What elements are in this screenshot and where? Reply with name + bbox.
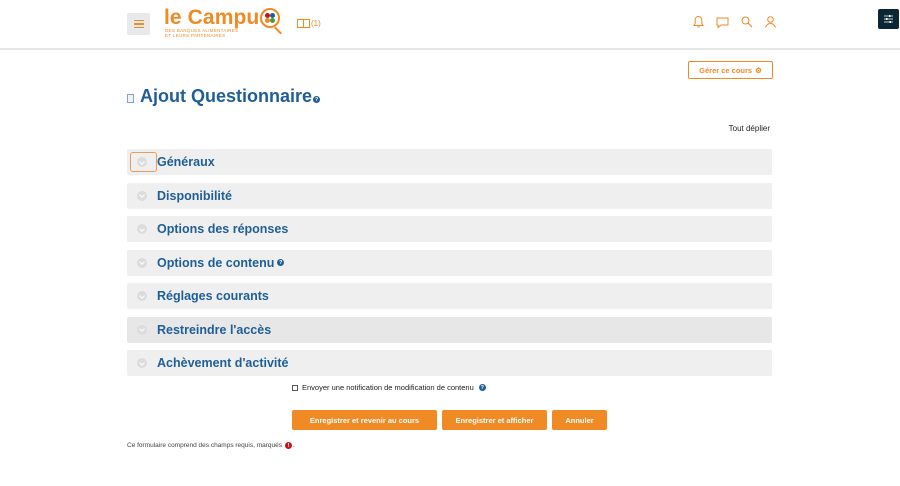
menu-icon[interactable] (127, 13, 150, 35)
section-label: Restreindre l'accès (157, 322, 272, 337)
required-footnote: Ce formulaire comprend des champs requis… (127, 442, 295, 449)
section-label: Options des réponses (157, 222, 289, 236)
section-options-reponses[interactable]: Options des réponses (127, 216, 772, 242)
help-icon[interactable]: ? (277, 259, 285, 266)
section-label: Achèvement d'activité (157, 356, 289, 370)
section-label: Généraux (157, 155, 215, 169)
form-sections: Généraux Disponibilité Options des répon… (127, 149, 772, 384)
required-icon: ! (284, 442, 292, 449)
manage-course-button[interactable]: Gérer ce cours ⚙ (688, 61, 773, 79)
section-generaux[interactable]: Généraux (127, 149, 772, 175)
footnote-text: Ce formulaire comprend des champs requis… (127, 442, 282, 449)
section-restreindre-acces[interactable]: Restreindre l'accès (127, 316, 772, 343)
logo-title: le Campus (164, 6, 272, 29)
top-navbar: le Campus DES BANQUES ALIMENTAIRES ET LE… (0, 0, 900, 50)
questionnaire-icon (127, 93, 134, 103)
chevron-icon[interactable] (137, 324, 147, 335)
notify-checkbox[interactable] (292, 384, 298, 391)
notify-option: Envoyer une notification de modification… (292, 383, 486, 392)
help-icon[interactable]: ? (313, 96, 321, 103)
logo-subtitle: DES BANQUES ALIMENTAIRES ET LEURS PARTEN… (165, 28, 239, 38)
book-reader-button[interactable]: (1) (297, 19, 321, 28)
save-display-button[interactable]: Enregistrer et afficher (442, 410, 547, 430)
page-title: Ajout Questionnaire (140, 86, 313, 106)
logo-magnifier-icon (260, 8, 280, 28)
chevron-icon[interactable] (137, 358, 147, 368)
book-reader-icon (297, 19, 310, 28)
section-disponibilite[interactable]: Disponibilité (127, 182, 772, 209)
chevron-icon[interactable] (137, 224, 147, 234)
page-heading: Ajout Questionnaire ? (127, 86, 321, 107)
bell-icon[interactable] (692, 15, 705, 29)
section-label: Réglages courants (157, 289, 269, 303)
nav-icons (692, 15, 777, 29)
user-icon[interactable] (764, 15, 777, 29)
sliders-icon[interactable] (878, 9, 899, 29)
expand-all-link[interactable]: Tout déplier (729, 124, 770, 133)
search-icon[interactable] (740, 15, 753, 29)
chat-icon[interactable] (716, 15, 729, 29)
section-label: Disponibilité (157, 188, 232, 203)
section-achevement-activite[interactable]: Achèvement d'activité (127, 350, 772, 376)
form-actions: Enregistrer et revenir au cours Enregist… (292, 410, 607, 430)
chevron-icon[interactable] (137, 190, 147, 201)
cancel-button[interactable]: Annuler (552, 410, 607, 430)
chevron-icon[interactable] (137, 291, 147, 301)
section-label: Options de contenu (157, 255, 275, 270)
chevron-icon[interactable] (137, 257, 147, 268)
save-return-button[interactable]: Enregistrer et revenir au cours (292, 410, 437, 430)
chevron-icon[interactable] (137, 157, 147, 167)
manage-course-label: Gérer ce cours (699, 65, 753, 75)
section-reglages-courants[interactable]: Réglages courants (127, 283, 772, 309)
gear-icon: ⚙ (755, 65, 762, 75)
notify-label: Envoyer une notification de modification… (302, 383, 474, 392)
help-icon[interactable]: ? (478, 384, 486, 391)
reader-count: (1) (311, 19, 321, 28)
section-options-contenu[interactable]: Options de contenu ? (127, 249, 772, 276)
